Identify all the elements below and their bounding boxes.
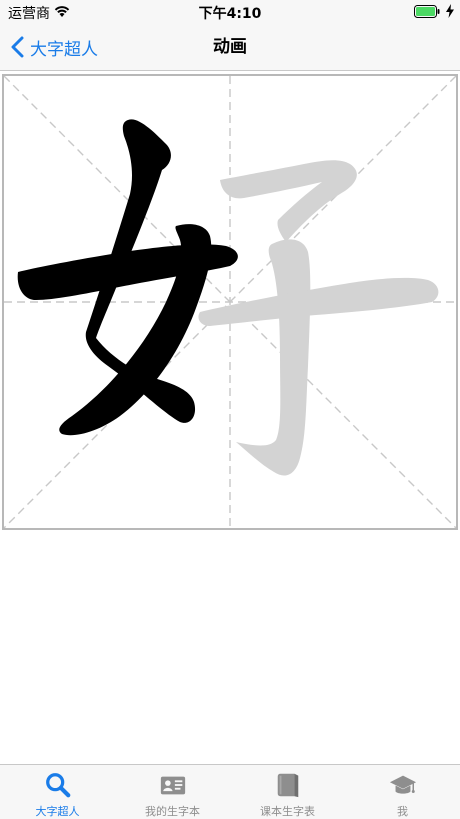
tab-bar: 大字超人 我的生字本 课本生字表 我	[0, 764, 460, 819]
status-bar: 运营商 下午4:10	[0, 0, 460, 24]
tab-label: 大字超人	[35, 805, 80, 818]
tab-label: 我的生字本	[145, 805, 200, 818]
charging-bolt-icon	[446, 4, 454, 18]
tab-big-character[interactable]: 大字超人	[0, 765, 115, 819]
stroke-heng-pie	[220, 160, 357, 242]
contact-card-icon	[160, 776, 185, 795]
status-time: 下午4:10	[198, 6, 262, 22]
stroke-animation-canvas	[4, 76, 456, 528]
stroke-shu-gou	[236, 239, 311, 476]
tab-me[interactable]: 我	[345, 765, 460, 819]
search-icon	[45, 773, 70, 798]
navigation-bar: 大字超人 动画	[0, 24, 460, 71]
page-title: 动画	[213, 37, 247, 57]
tab-my-words[interactable]: 我的生字本	[115, 765, 230, 819]
battery-icon	[414, 5, 440, 18]
character-grid	[2, 74, 458, 530]
book-icon	[277, 773, 298, 798]
tab-label: 我	[397, 805, 408, 818]
graduation-cap-icon	[389, 775, 416, 794]
tab-label: 课本生字表	[260, 805, 315, 818]
stroke-heng	[198, 277, 439, 326]
tab-textbook-words[interactable]: 课本生字表	[230, 765, 345, 819]
